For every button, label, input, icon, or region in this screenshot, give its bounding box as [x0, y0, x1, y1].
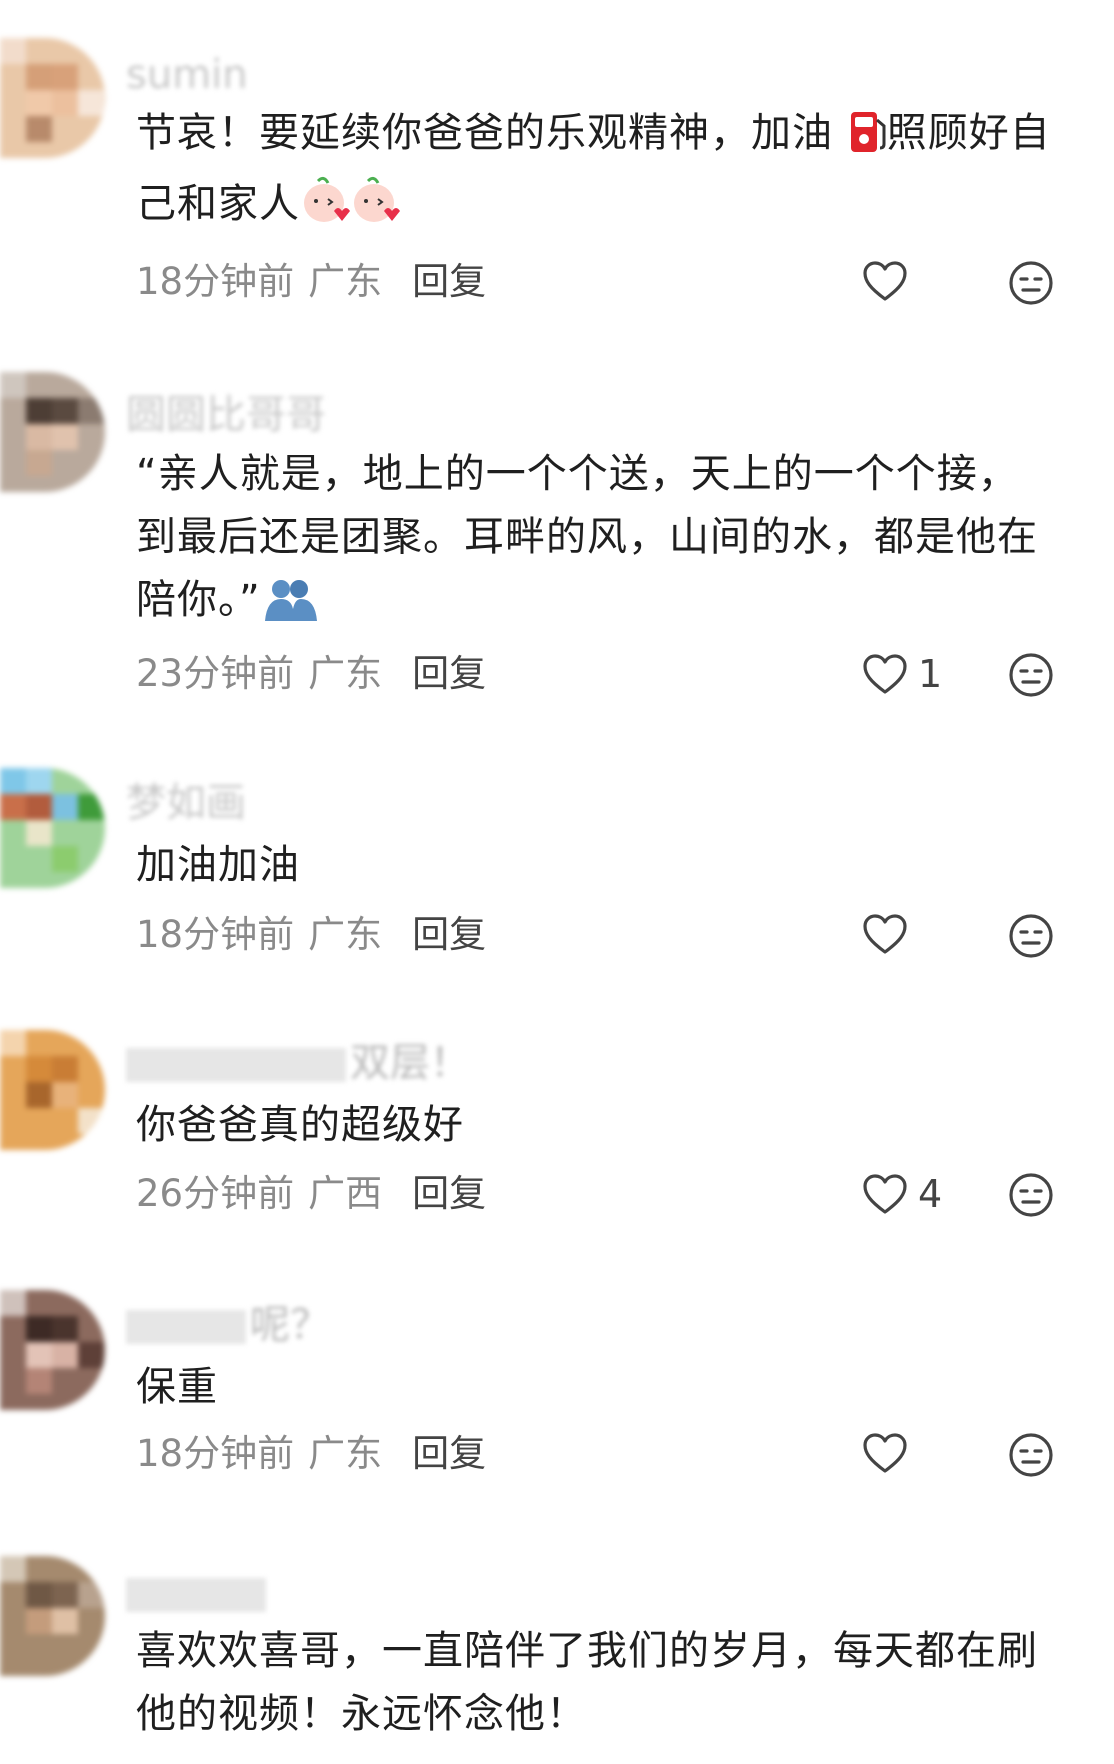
avatar[interactable] — [0, 1030, 105, 1150]
fuel-pump-icon — [847, 108, 887, 173]
username[interactable] — [126, 1570, 270, 1616]
dislike-button[interactable] — [1008, 1432, 1054, 1482]
heart-icon — [863, 1433, 907, 1473]
blowing-kiss-emoji-icon — [300, 175, 350, 244]
comment-meta: 18分钟前 广东 回复 — [136, 1432, 486, 1476]
avatar[interactable] — [0, 1290, 105, 1410]
reply-button[interactable]: 回复 — [412, 1432, 486, 1475]
comment-text: 保重 — [136, 1364, 218, 1410]
timestamp: 26分钟前 — [136, 1172, 295, 1215]
comment-text: 加油加油 — [136, 842, 300, 888]
timestamp: 18分钟前 — [136, 1432, 295, 1475]
blowing-kiss-emoji-icon — [350, 175, 400, 244]
like-button[interactable]: 4 — [862, 1172, 942, 1216]
username[interactable]: 梦如画 — [126, 780, 246, 826]
username[interactable]: 圆圆比哥哥 — [126, 392, 326, 438]
like-button[interactable] — [862, 1432, 918, 1474]
comment-text: 节哀！要延续你爸爸的乐观精神，加油 照顾好自己和家人 — [136, 102, 1056, 244]
comment-text: 你爸爸真的超级好 — [136, 1102, 464, 1148]
like-button[interactable] — [862, 913, 918, 955]
dislike-face-icon — [1009, 1173, 1053, 1217]
timestamp: 23分钟前 — [136, 652, 295, 695]
dislike-face-icon — [1009, 914, 1053, 958]
username[interactable]: 双层！ — [126, 1040, 470, 1086]
heart-icon — [863, 261, 907, 301]
comment-meta: 18分钟前 广东 回复 — [136, 913, 486, 957]
comment-text: 喜欢欢喜哥，一直陪伴了我们的岁月，每天都在刷他的视频！永远怀念他！ — [136, 1628, 1038, 1737]
people-hugging-icon — [261, 577, 319, 640]
avatar[interactable] — [0, 1556, 105, 1676]
region: 广东 — [308, 1432, 383, 1475]
reply-button[interactable]: 回复 — [412, 260, 486, 303]
heart-icon — [863, 914, 907, 954]
dislike-button[interactable] — [1008, 1172, 1054, 1222]
reply-button[interactable]: 回复 — [412, 652, 486, 695]
region: 广西 — [308, 1172, 383, 1215]
reply-button[interactable]: 回复 — [412, 913, 486, 956]
region: 广东 — [308, 913, 383, 956]
timestamp: 18分钟前 — [136, 913, 295, 956]
heart-icon — [863, 1174, 907, 1214]
region: 广东 — [308, 652, 383, 695]
comment-meta: 23分钟前 广东 回复 — [136, 652, 486, 696]
username[interactable]: sumin — [126, 52, 248, 98]
avatar[interactable] — [0, 768, 105, 888]
heart-icon — [863, 654, 907, 694]
like-button[interactable]: 1 — [862, 652, 942, 696]
avatar[interactable] — [0, 372, 105, 492]
dislike-button[interactable] — [1008, 652, 1054, 702]
username[interactable]: 呢？ — [126, 1302, 330, 1348]
region: 广东 — [308, 260, 383, 303]
comment-text: “亲人就是，地上的一个个送，天上的一个个接，到最后还是团聚。耳畔的风，山间的水，… — [136, 443, 1056, 640]
dislike-face-icon — [1009, 1433, 1053, 1477]
comment-meta: 18分钟前 广东 回复 — [136, 260, 486, 304]
avatar[interactable] — [0, 38, 105, 158]
reply-button[interactable]: 回复 — [412, 1172, 486, 1215]
like-count: 4 — [918, 1172, 943, 1216]
dislike-face-icon — [1009, 653, 1053, 697]
dislike-face-icon — [1009, 261, 1053, 305]
dislike-button[interactable] — [1008, 260, 1054, 310]
like-count: 1 — [918, 652, 943, 696]
timestamp: 18分钟前 — [136, 260, 295, 303]
comment-meta: 26分钟前 广西 回复 — [136, 1172, 486, 1216]
like-button[interactable] — [862, 260, 918, 302]
dislike-button[interactable] — [1008, 913, 1054, 963]
